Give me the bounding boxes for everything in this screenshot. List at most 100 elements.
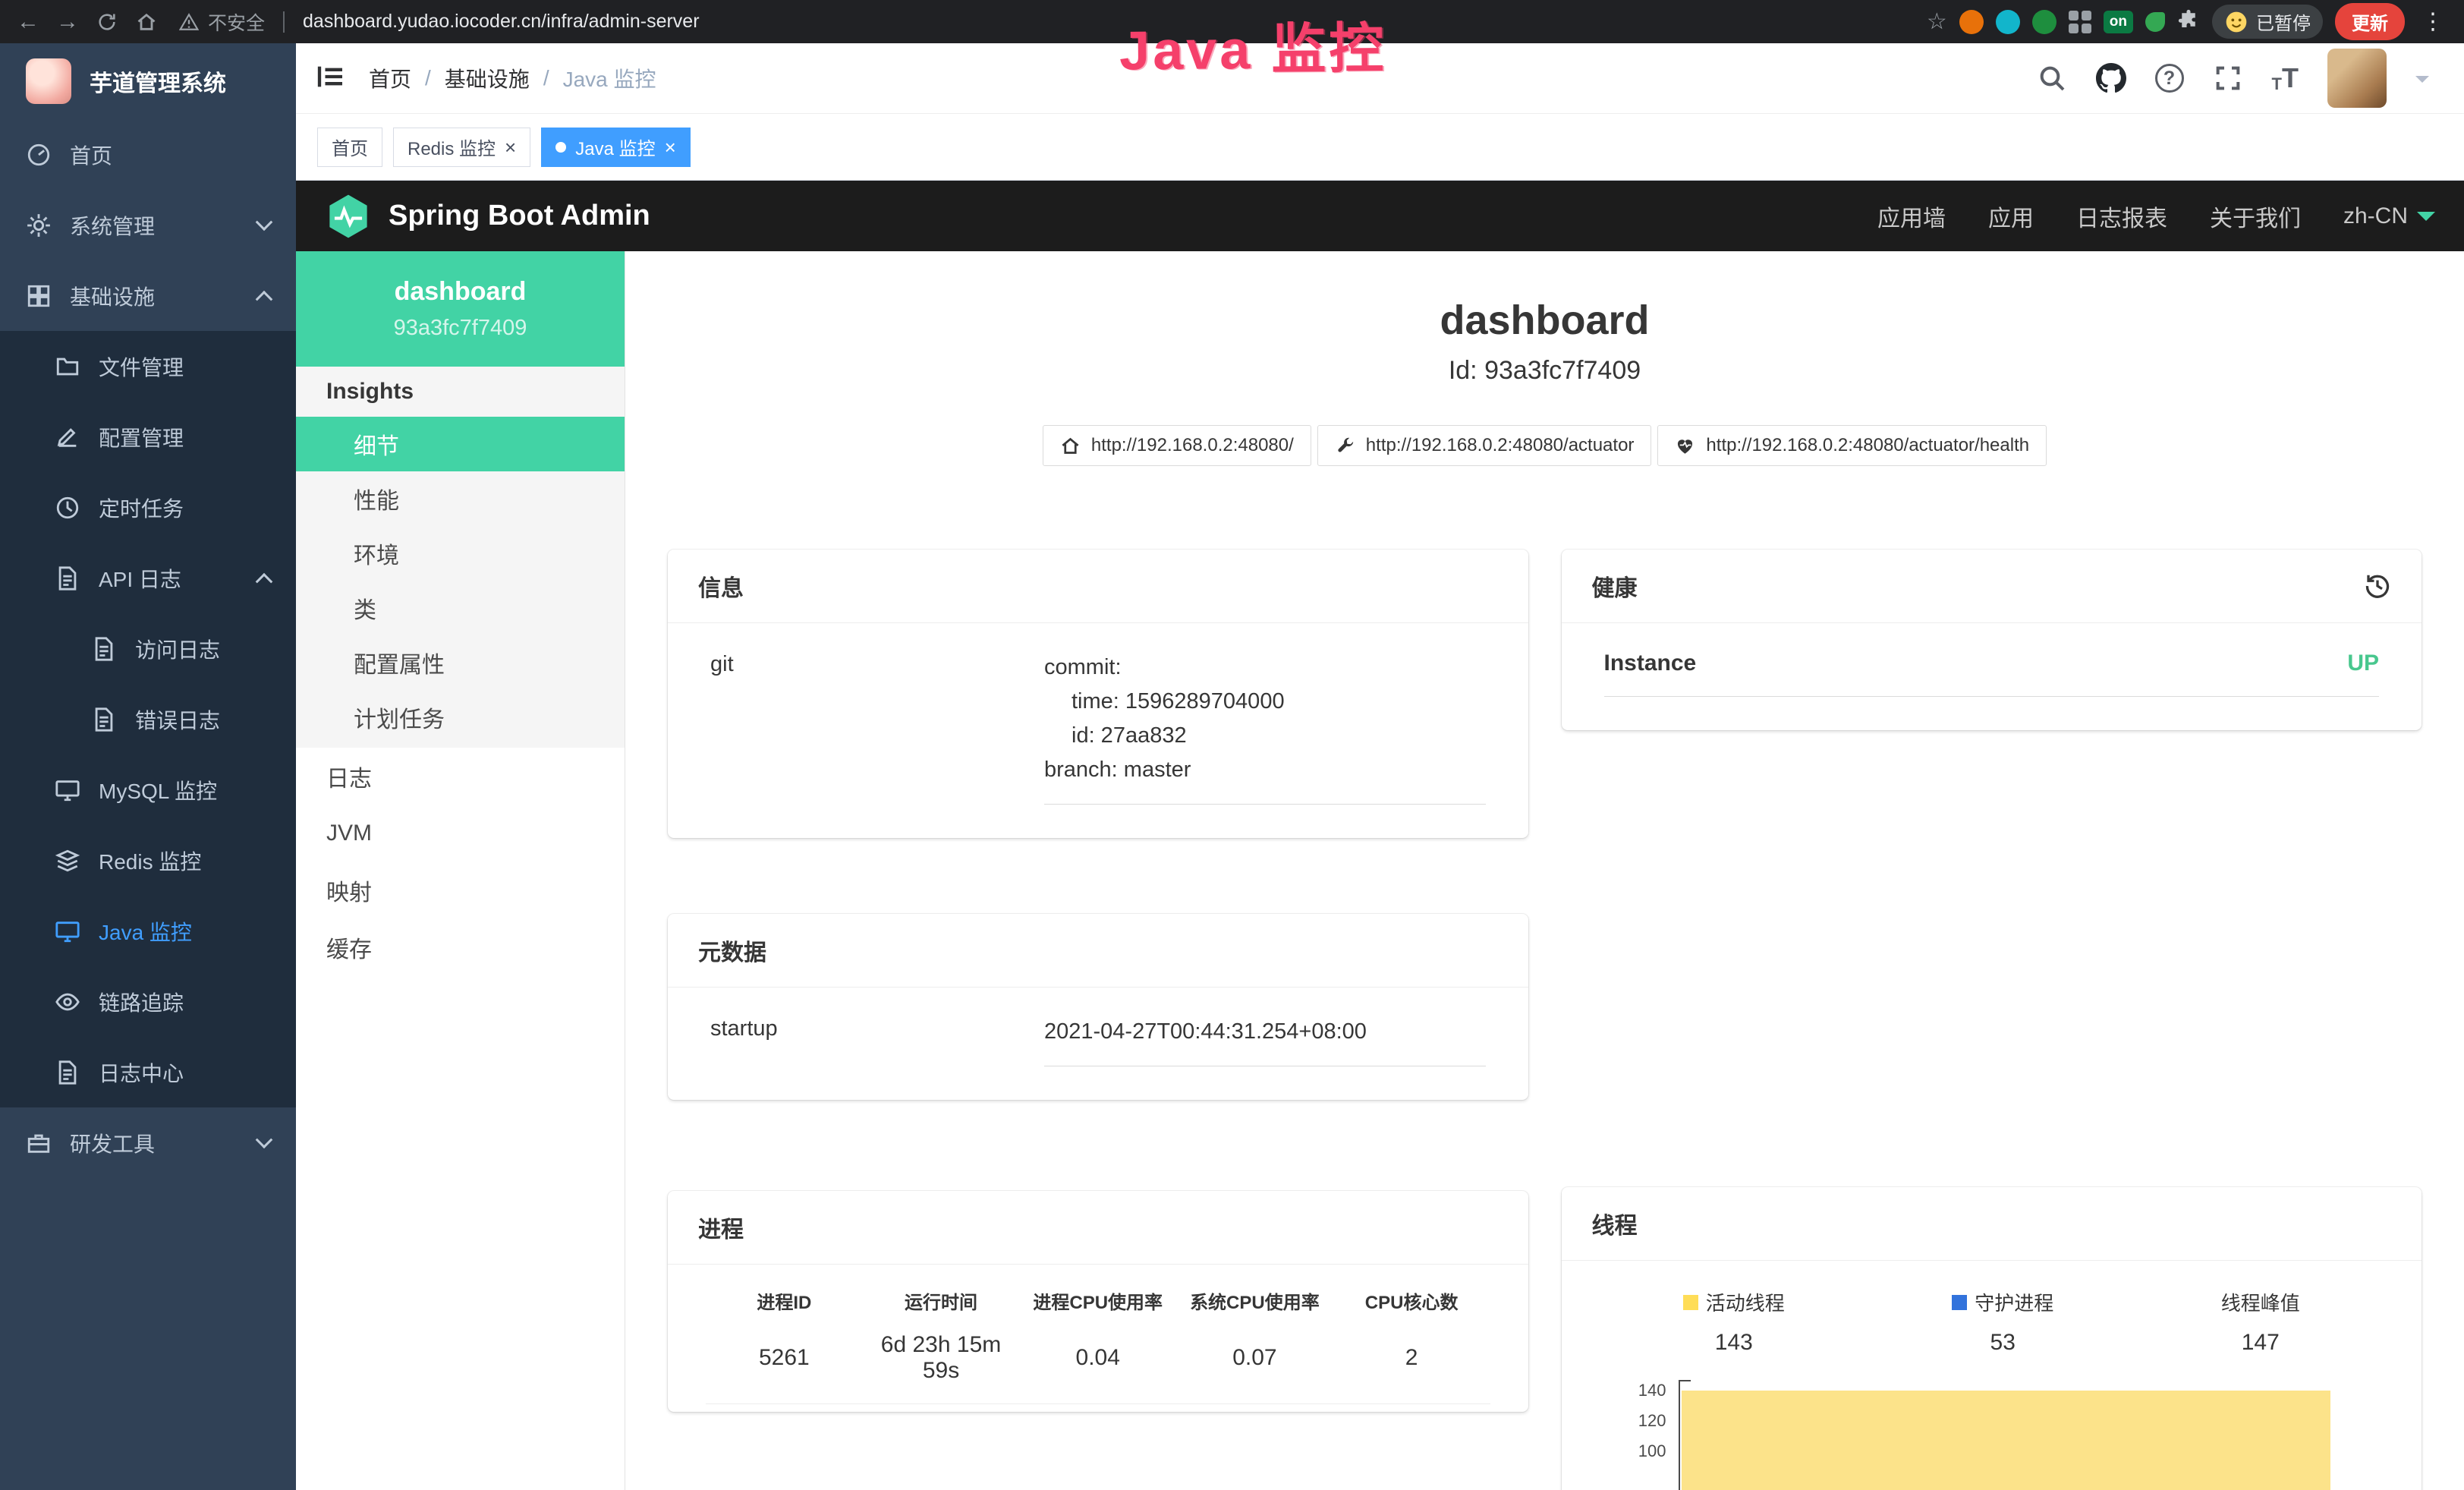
process-card-title: 进程 xyxy=(668,1191,1528,1265)
health-instance-row[interactable]: Instance UP xyxy=(1604,650,2380,697)
process-col-proc-cpu: 进程CPU使用率 xyxy=(1019,1287,1176,1332)
link-health-url[interactable]: http://192.168.0.2:48080/actuator/health xyxy=(1657,425,2047,466)
sba-menu-config-props[interactable]: 配置属性 xyxy=(296,635,625,690)
grid-icon xyxy=(26,283,52,309)
yudao-sidebar: 芋道管理系统 首页 系统管理 基础设施 文件管理 配置 xyxy=(0,43,296,1490)
bookmark-star-icon[interactable]: ☆ xyxy=(1927,8,1947,35)
sba-menu-logging[interactable]: 日志 xyxy=(296,748,625,805)
sba-locale-select[interactable]: zh-CN xyxy=(2343,203,2435,230)
reload-button[interactable] xyxy=(90,5,124,39)
sidebar-item-trace[interactable]: 链路追踪 xyxy=(0,966,296,1037)
legend-daemon-threads[interactable]: 守护进程 53 xyxy=(1952,1288,2053,1356)
profile-paused-chip[interactable]: 已暂停 xyxy=(2212,5,2323,39)
extension-grid-icon[interactable] xyxy=(2069,11,2091,33)
sidebar-item-system-mgmt[interactable]: 系统管理 xyxy=(0,190,296,260)
extension-icon-green[interactable] xyxy=(2032,10,2056,34)
paused-label: 已暂停 xyxy=(2256,8,2311,35)
sba-content: dashboard Id: 93a3fc7f7409 http://192.16… xyxy=(625,251,2464,1490)
edit-icon xyxy=(55,424,80,450)
sidebar-collapse-icon[interactable] xyxy=(316,61,349,95)
sidebar-item-config-mgmt[interactable]: 配置管理 xyxy=(0,402,296,472)
tab-java-monitor[interactable]: Java 监控 × xyxy=(541,128,691,167)
extension-leaf-icon[interactable] xyxy=(2145,12,2165,32)
doc-icon xyxy=(55,565,80,591)
sba-brand[interactable]: Spring Boot Admin xyxy=(325,193,650,240)
status-badge: UP xyxy=(2347,650,2379,676)
heart-icon xyxy=(1675,436,1695,456)
sba-menu-classes[interactable]: 类 xyxy=(296,581,625,635)
extension-on-badge[interactable]: on xyxy=(2104,11,2133,33)
url-text[interactable]: dashboard.yudao.iocoder.cn/infra/admin-s… xyxy=(303,11,700,33)
sidebar-item-java-monitor[interactable]: Java 监控 xyxy=(0,896,296,966)
warning-icon xyxy=(179,12,199,32)
sba-menu-jvm[interactable]: JVM xyxy=(296,805,625,862)
health-instance-label: Instance xyxy=(1604,650,1697,676)
sba-menu-performance[interactable]: 性能 xyxy=(296,471,625,526)
browser-menu-kebab-icon[interactable]: ⋮ xyxy=(2417,8,2449,35)
sba-instance-header[interactable]: dashboard 93a3fc7f7409 xyxy=(296,251,625,367)
fullscreen-icon[interactable] xyxy=(2213,63,2243,93)
home-icon xyxy=(1060,436,1081,456)
avatar-caret-icon[interactable] xyxy=(2415,76,2429,90)
sidebar-item-access-logs[interactable]: 访问日志 xyxy=(0,613,296,684)
process-col-pid: 进程ID xyxy=(706,1287,863,1332)
sidebar-item-mysql-monitor[interactable]: MySQL 监控 xyxy=(0,754,296,825)
legend-peak-threads: 线程峰值 147 xyxy=(2221,1288,2300,1356)
browser-toolbar-right: ☆ on 已暂停 更新 ⋮ xyxy=(1927,3,2453,40)
main-area: 首页 / 基础设施 / Java 监控 ? TT xyxy=(296,43,2464,1490)
threads-chart: 140 120 100 xyxy=(1622,1384,2377,1490)
forward-button[interactable]: → xyxy=(50,5,85,39)
sidebar-item-log-center[interactable]: 日志中心 xyxy=(0,1037,296,1107)
extension-icon-orange[interactable] xyxy=(1959,10,1984,34)
extensions-puzzle-icon[interactable] xyxy=(2177,8,2200,35)
metadata-card-title: 元数据 xyxy=(668,914,1528,988)
wrench-icon xyxy=(1335,436,1355,456)
address-bar[interactable]: 不安全 dashboard.yudao.iocoder.cn/infra/adm… xyxy=(179,8,700,36)
sidebar-item-infrastructure[interactable]: 基础设施 xyxy=(0,260,296,331)
home-button[interactable] xyxy=(129,5,164,39)
search-icon[interactable] xyxy=(2037,63,2067,93)
sidebar-item-api-logs[interactable]: API 日志 xyxy=(0,543,296,613)
sidebar-item-home[interactable]: 首页 xyxy=(0,119,296,190)
info-git-row: git commit: time: 1596289704000 id: 27aa… xyxy=(710,650,1486,805)
history-icon[interactable] xyxy=(2364,572,2391,600)
sba-menu-environment[interactable]: 环境 xyxy=(296,526,625,581)
sba-menu-details[interactable]: 细节 xyxy=(296,417,625,471)
sba-nav-journal[interactable]: 日志报表 xyxy=(2076,200,2167,233)
chart-plot-area xyxy=(1679,1380,2366,1490)
toolbox-icon xyxy=(26,1130,52,1156)
tab-home[interactable]: 首页 xyxy=(317,128,382,167)
brand-logo xyxy=(26,58,71,104)
link-service-url[interactable]: http://192.168.0.2:48080/ xyxy=(1043,425,1311,466)
update-button[interactable]: 更新 xyxy=(2335,3,2405,40)
back-button[interactable]: ← xyxy=(11,5,46,39)
help-icon[interactable]: ? xyxy=(2155,64,2184,93)
extension-icon-cyan[interactable] xyxy=(1996,10,2020,34)
sba-menu-scheduled-tasks[interactable]: 计划任务 xyxy=(296,690,625,745)
sba-nav-applications[interactable]: 应用 xyxy=(1988,200,2034,233)
active-dot xyxy=(555,142,566,153)
breadcrumb-infra[interactable]: 基础设施 xyxy=(445,63,530,93)
avatar[interactable] xyxy=(2327,49,2387,108)
github-icon[interactable] xyxy=(2096,63,2126,93)
link-actuator-url[interactable]: http://192.168.0.2:48080/actuator xyxy=(1317,425,1652,466)
gear-icon xyxy=(26,213,52,238)
process-proc-cpu: 0.04 xyxy=(1019,1332,1176,1404)
tab-redis-monitor[interactable]: Redis 监控 × xyxy=(393,128,530,167)
sidebar-item-redis-monitor[interactable]: Redis 监控 xyxy=(0,825,296,896)
sidebar-item-error-logs[interactable]: 错误日志 xyxy=(0,684,296,754)
sidebar-item-dev-tools[interactable]: 研发工具 xyxy=(0,1107,296,1178)
cards-right-column: 健康 Instance UP xyxy=(1562,550,2422,1490)
sba-menu-mappings[interactable]: 映射 xyxy=(296,862,625,918)
sidebar-item-file-mgmt[interactable]: 文件管理 xyxy=(0,331,296,402)
close-icon[interactable]: × xyxy=(505,137,516,157)
legend-live-threads[interactable]: 活动线程 143 xyxy=(1683,1288,1785,1356)
sba-nav-wallboard[interactable]: 应用墙 xyxy=(1877,200,1946,233)
font-size-icon[interactable]: TT xyxy=(2272,62,2299,94)
breadcrumb-home[interactable]: 首页 xyxy=(369,63,411,93)
sidebar-item-scheduled-jobs[interactable]: 定时任务 xyxy=(0,472,296,543)
sba-menu-caches[interactable]: 缓存 xyxy=(296,918,625,975)
process-card: 进程 进程ID 运行时间 进程 xyxy=(668,1191,1528,1412)
sba-nav-about[interactable]: 关于我们 xyxy=(2210,200,2301,233)
close-icon[interactable]: × xyxy=(665,137,676,157)
